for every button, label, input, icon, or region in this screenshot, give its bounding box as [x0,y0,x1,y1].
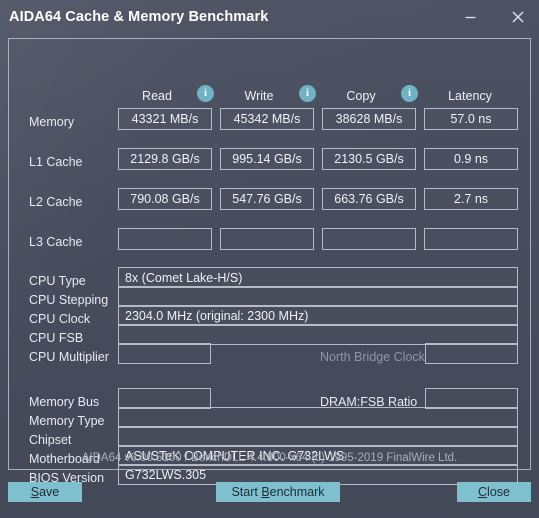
label-cpu-stepping: CPU Stepping [29,293,109,307]
memory-type-value [118,407,518,428]
dram-fsb-ratio-value [425,388,518,409]
label-cpu-multiplier: CPU Multiplier [29,350,109,364]
title-bar: AIDA64 Cache & Memory Benchmark [0,0,539,38]
memory-bus-value [118,388,211,409]
l3-copy-value [322,228,416,250]
label-cpu-clock: CPU Clock [29,312,91,326]
label-north-bridge-clock: North Bridge Clock [320,350,425,364]
l3-latency-value [424,228,518,250]
north-bridge-clock-value [425,343,518,364]
minimize-button[interactable] [450,0,490,34]
cpu-type-value: 8x (Comet Lake-H/S) [118,267,518,288]
close-icon [512,11,524,23]
l1-write-value: 995.14 GB/s [220,148,314,170]
column-header-write: Write [244,89,274,103]
label-cpu-fsb: CPU FSB [29,331,84,345]
l2-write-value: 547.76 GB/s [220,188,314,210]
label-cpu-type: CPU Type [29,274,86,288]
close-button[interactable] [498,0,538,34]
close-dialog-button[interactable]: Close [457,482,531,502]
l2-read-value: 790.08 GB/s [118,188,212,210]
cpu-fsb-value [118,324,518,345]
l3-write-value [220,228,314,250]
row-label-l3-cache: L3 Cache [29,235,83,249]
label-memory-type: Memory Type [29,414,105,428]
cpu-multiplier-value [118,343,211,364]
copy-info-icon[interactable]: i [401,85,418,102]
start-benchmark-button-label: Start Benchmark [231,485,325,499]
l3-read-value [118,228,212,250]
row-label-memory: Memory [29,115,75,129]
window-bottom-edge [0,510,539,518]
window-title: AIDA64 Cache & Memory Benchmark [9,9,269,25]
l1-copy-value: 2130.5 GB/s [322,148,416,170]
column-header-read: Read [142,89,172,103]
l2-latency-value: 2.7 ns [424,188,518,210]
version-info: AIDA64 v6.00.5100 / BenchDLL 4.4.800-x64… [81,452,458,464]
memory-read-value: 43321 MB/s [118,108,212,130]
label-memory-bus: Memory Bus [29,395,100,409]
row-label-l2-cache: L2 Cache [29,195,83,209]
label-chipset: Chipset [29,433,72,447]
column-header-latency: Latency [448,89,492,103]
save-button[interactable]: Save [8,482,82,502]
l1-read-value: 2129.8 GB/s [118,148,212,170]
close-dialog-button-label: Close [478,485,510,499]
cpu-clock-value: 2304.0 MHz (original: 2300 MHz) [118,305,518,326]
memory-latency-value: 57.0 ns [424,108,518,130]
start-benchmark-button[interactable]: Start Benchmark [216,482,340,502]
row-label-l1-cache: L1 Cache [29,155,83,169]
l1-latency-value: 0.9 ns [424,148,518,170]
memory-copy-value: 38628 MB/s [322,108,416,130]
minimize-icon [465,16,475,18]
aida64-benchmark-window: AIDA64 Cache & Memory Benchmark Read i W… [0,0,539,518]
cpu-stepping-value [118,286,518,307]
l2-copy-value: 663.76 GB/s [322,188,416,210]
chipset-value [118,426,518,447]
save-button-label: Save [30,485,60,499]
memory-write-value: 45342 MB/s [220,108,314,130]
benchmark-panel: Read i Write i Copy i Latency Memory 433… [8,38,531,485]
column-header-copy: Copy [346,89,376,103]
